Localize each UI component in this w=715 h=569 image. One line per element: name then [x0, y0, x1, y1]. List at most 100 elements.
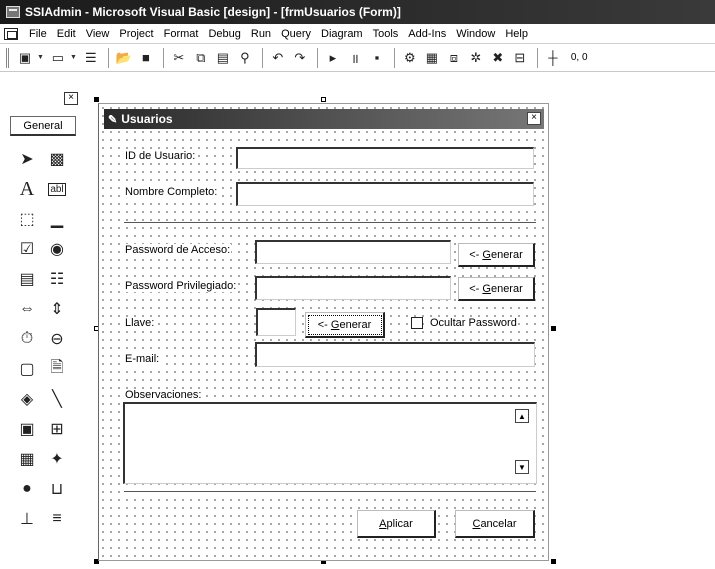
generar-llave-button[interactable]: <- Generar: [305, 312, 385, 338]
data-control-icon[interactable]: ⊞: [42, 414, 72, 444]
copy-icon[interactable]: ⧉: [191, 48, 211, 68]
scroll-up-arrow-icon[interactable]: ▲: [515, 409, 529, 423]
break-icon[interactable]: ॥: [345, 48, 365, 68]
menu-debug[interactable]: Debug: [203, 28, 245, 40]
dirlistbox-icon[interactable]: ▢: [12, 354, 42, 384]
generar-button-prefix: <-: [469, 248, 483, 261]
frame-icon[interactable]: ⬚: [12, 204, 42, 234]
window-title: SSIAdmin - Microsoft Visual Basic [desig…: [25, 5, 401, 19]
data-view-icon[interactable]: ⊟: [510, 48, 530, 68]
menu-run[interactable]: Run: [246, 28, 276, 40]
redo-icon[interactable]: ↷: [290, 48, 310, 68]
id-usuario-field[interactable]: [236, 147, 534, 169]
start-icon[interactable]: ▸: [323, 48, 343, 68]
add-project-dropdown-icon[interactable]: ▼: [37, 54, 44, 61]
separator-line: [124, 222, 536, 224]
toolbox-tab-general[interactable]: General: [10, 116, 76, 136]
extra-control-icon[interactable]: ⊔: [42, 474, 72, 504]
extra-control-icon[interactable]: ≡: [42, 504, 72, 534]
menu-edit[interactable]: Edit: [52, 28, 81, 40]
undo-icon[interactable]: ↶: [268, 48, 288, 68]
menu-tools[interactable]: Tools: [368, 28, 404, 40]
generar-button-rest: enerar: [490, 282, 523, 295]
generar-button-rest: enerar: [490, 248, 523, 261]
menu-file[interactable]: File: [24, 28, 52, 40]
ole-icon[interactable]: ▦: [12, 444, 42, 474]
menu-format[interactable]: Format: [159, 28, 204, 40]
add-form-icon[interactable]: ▭: [48, 48, 68, 68]
toolbar-grip[interactable]: [6, 47, 9, 68]
optionbutton-icon[interactable]: ◉: [42, 234, 72, 264]
extra-control-icon[interactable]: ●: [12, 474, 42, 504]
resize-handle[interactable]: [551, 326, 556, 331]
menu-project[interactable]: Project: [114, 28, 158, 40]
picturebox-icon[interactable]: ▩: [42, 144, 72, 174]
ocultar-password-checkbox[interactable]: [411, 317, 423, 329]
password-acceso-field[interactable]: [255, 240, 451, 264]
end-icon[interactable]: ▪: [367, 48, 387, 68]
commandbutton-icon[interactable]: ▁: [42, 204, 72, 234]
resize-handle[interactable]: [321, 97, 326, 102]
scroll-down-arrow-icon[interactable]: ▼: [515, 460, 529, 474]
menu-diagram[interactable]: Diagram: [316, 28, 368, 40]
save-icon[interactable]: ■: [136, 48, 156, 68]
resize-handle[interactable]: [94, 97, 99, 102]
menu-window[interactable]: Window: [451, 28, 500, 40]
add-form-dropdown-icon[interactable]: ▼: [70, 54, 77, 61]
cancelar-button-rest: ancelar: [480, 517, 517, 530]
find-icon[interactable]: ⚲: [235, 48, 255, 68]
cancelar-button[interactable]: Cancelar: [455, 510, 535, 538]
filelistbox-icon[interactable]: 🗎: [42, 354, 72, 384]
aplicar-button[interactable]: Aplicar: [357, 510, 436, 538]
generar-password-acceso-button[interactable]: <- Generar: [458, 243, 535, 267]
combobox-icon[interactable]: ▤: [12, 264, 42, 294]
vb-app-icon[interactable]: [6, 6, 20, 18]
label-icon[interactable]: A: [12, 174, 42, 204]
add-project-icon[interactable]: ▣: [15, 48, 35, 68]
extra-control-icon[interactable]: ⊥: [12, 504, 42, 534]
menu-help[interactable]: Help: [500, 28, 533, 40]
paste-icon[interactable]: ▤: [213, 48, 233, 68]
observaciones-textarea[interactable]: [123, 402, 537, 484]
generar-password-privilegiado-button[interactable]: <- Generar: [458, 277, 535, 301]
document-menu-icon[interactable]: [4, 27, 18, 40]
email-field[interactable]: [255, 342, 535, 367]
form-close-button[interactable]: ×: [527, 112, 541, 125]
standard-toolbar: ▣ ▼ ▭ ▼ ☰ 📂 ■ ✂ ⧉ ▤ ⚲ ↶ ↷ ▸ ॥ ▪ ⚙ ▦ ⧈ ✲ ✖ …: [0, 44, 715, 72]
extra-control-icon[interactable]: ✦: [42, 444, 72, 474]
checkbox-icon[interactable]: ☑: [12, 234, 42, 264]
menu-editor-icon[interactable]: ☰: [81, 48, 101, 68]
nombre-completo-field[interactable]: [236, 182, 534, 206]
cut-icon[interactable]: ✂: [169, 48, 189, 68]
shape-icon[interactable]: ◈: [12, 384, 42, 414]
image-icon[interactable]: ▣: [12, 414, 42, 444]
form-designer-usuarios[interactable]: ✎ Usuarios × ID de Usuario: Nombre Compl…: [98, 103, 549, 561]
toolbox-close-button[interactable]: ×: [64, 92, 78, 105]
timer-icon[interactable]: ⏱: [12, 324, 42, 354]
properties-icon[interactable]: ▦: [422, 48, 442, 68]
llave-field[interactable]: [256, 308, 296, 336]
password-privilegiado-field[interactable]: [255, 276, 451, 300]
listbox-icon[interactable]: ☷: [42, 264, 72, 294]
object-browser-icon[interactable]: ✲: [466, 48, 486, 68]
project-explorer-icon[interactable]: ⚙: [400, 48, 420, 68]
menu-add-ins[interactable]: Add-Ins: [403, 28, 451, 40]
generar-button-prefix: <-: [469, 282, 483, 295]
resize-handle[interactable]: [551, 559, 556, 564]
open-icon[interactable]: 📂: [114, 48, 134, 68]
email-label: E-mail:: [124, 353, 161, 365]
form-layout-icon[interactable]: ⧈: [444, 48, 464, 68]
drivelistbox-icon[interactable]: ⊖: [42, 324, 72, 354]
line-icon[interactable]: ╲: [42, 384, 72, 414]
menu-view[interactable]: View: [81, 28, 115, 40]
toolbox-icon[interactable]: ✖: [488, 48, 508, 68]
vscrollbar-icon[interactable]: ⇕: [42, 294, 72, 324]
generar-button-hotkey: G: [482, 282, 491, 295]
llave-label: Llave:: [124, 317, 156, 329]
textbox-icon[interactable]: abl: [42, 174, 72, 204]
separator-line: [124, 491, 536, 493]
hscrollbar-icon[interactable]: ⇔: [12, 294, 42, 324]
ocultar-password-label[interactable]: Ocultar Password: [429, 317, 518, 329]
menu-query[interactable]: Query: [276, 28, 316, 40]
pointer-icon[interactable]: ➤: [12, 144, 42, 174]
